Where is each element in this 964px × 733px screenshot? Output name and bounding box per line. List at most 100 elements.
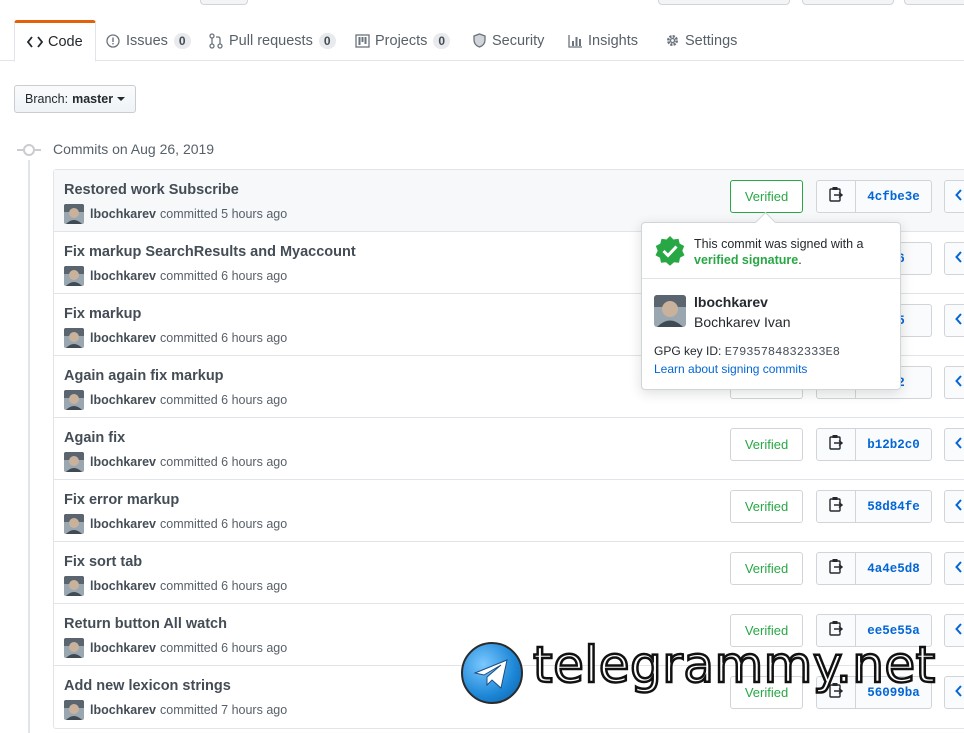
tab-insights[interactable]: Insights [567, 20, 638, 61]
browse-repo-button[interactable] [944, 490, 964, 523]
avatar[interactable] [64, 638, 84, 658]
gpg-key-value: E7935784832333E8 [724, 345, 840, 359]
commit-title[interactable]: Again again fix markup [64, 368, 224, 384]
commit-author[interactable]: lbochkarev [90, 269, 156, 283]
browse-repo-button[interactable] [944, 180, 964, 213]
commit-sha-link[interactable]: 4cfbe3e [855, 180, 932, 213]
verified-badge[interactable]: Verified [730, 490, 803, 523]
commit-author[interactable]: lbochkarev [90, 207, 156, 221]
tab-issues[interactable]: Issues 0 [105, 20, 191, 61]
toolbar-stub[interactable] [802, 0, 894, 5]
browse-repo-button[interactable] [944, 304, 964, 337]
commit-author[interactable]: lbochkarev [90, 331, 156, 345]
commit-meta: lbochkarev committed 6 hours ago [64, 266, 287, 286]
watermark: telegrammy.net [461, 635, 961, 708]
popover-message: This commit was signed with a verified s… [694, 236, 894, 268]
telegram-logo-icon [461, 642, 523, 704]
verified-badge[interactable]: Verified [730, 552, 803, 585]
commit-group-icon [17, 144, 41, 156]
commit-time: 6 hours ago [221, 641, 288, 655]
commit-title[interactable]: Again fix [64, 430, 125, 446]
popover-period: . [798, 253, 802, 267]
tab-code[interactable]: Code [14, 20, 96, 62]
tab-label: Projects [375, 32, 428, 49]
verified-badge[interactable]: Verified [730, 428, 803, 461]
commit-action: committed [160, 331, 218, 345]
browse-repo-button[interactable] [944, 242, 964, 275]
commit-sha-link[interactable]: 58d84fe [855, 490, 932, 523]
commit-group-date: Commits on Aug 26, 2019 [53, 141, 215, 157]
browse-repo-button[interactable] [944, 552, 964, 585]
toolbar-stub[interactable] [658, 0, 790, 5]
branch-prefix: Branch: [25, 92, 69, 106]
toolbar-stub[interactable] [200, 0, 248, 5]
browse-repo-button[interactable] [944, 366, 964, 399]
tab-settings[interactable]: Settings [664, 20, 737, 61]
commit-author[interactable]: lbochkarev [90, 455, 156, 469]
caret-down-icon [117, 97, 126, 101]
avatar[interactable] [64, 452, 84, 472]
avatar[interactable] [64, 328, 84, 348]
commit-title[interactable]: Fix error markup [64, 492, 179, 508]
copy-sha-button[interactable] [816, 552, 856, 585]
commit-time: 6 hours ago [221, 393, 288, 407]
commit-row: Fix sort tab lbochkarev committed 6 hour… [54, 542, 964, 604]
commit-author[interactable]: lbochkarev [90, 703, 156, 717]
clipboard-icon [829, 434, 844, 455]
avatar[interactable] [64, 514, 84, 534]
commit-sha-link[interactable]: b12b2c0 [855, 428, 932, 461]
branch-select-button[interactable]: Branch: master [14, 85, 136, 113]
branch-name: master [72, 92, 114, 106]
commit-title[interactable]: Fix markup SearchResults and Myaccount [64, 244, 356, 260]
code-icon [955, 622, 963, 640]
commit-action: committed [160, 641, 218, 655]
tab-projects[interactable]: Projects 0 [354, 20, 451, 61]
commit-action: committed [160, 455, 218, 469]
gpg-label: GPG key ID: [654, 344, 722, 358]
commit-time: 6 hours ago [221, 517, 288, 531]
commit-title[interactable]: Add new lexicon strings [64, 678, 231, 694]
avatar[interactable] [654, 295, 686, 327]
commit-author[interactable]: lbochkarev [90, 393, 156, 407]
clipboard-icon [829, 558, 844, 579]
learn-signing-link[interactable]: Learn about signing commits [654, 362, 807, 376]
popover-header: This commit was signed with a verified s… [642, 223, 900, 279]
timeline-line [28, 160, 30, 733]
tab-label: Pull requests [229, 32, 313, 49]
count-badge: 0 [433, 32, 451, 49]
tab-label: Code [48, 34, 83, 50]
commit-row: Again fix lbochkarev committed 6 hours a… [54, 418, 964, 480]
avatar[interactable] [64, 390, 84, 410]
signer-login[interactable]: lbochkarev [694, 294, 768, 310]
copy-sha-button[interactable] [816, 428, 856, 461]
signature-popover: This commit was signed with a verified s… [641, 222, 901, 390]
code-icon [27, 34, 43, 50]
issue-icon [105, 33, 121, 49]
browse-repo-button[interactable] [944, 428, 964, 461]
commit-sha-link[interactable]: 4a4e5d8 [855, 552, 932, 585]
commit-author[interactable]: lbochkarev [90, 579, 156, 593]
count-badge: 0 [173, 32, 191, 49]
avatar[interactable] [64, 266, 84, 286]
tab-security[interactable]: Security [471, 20, 544, 61]
commit-row: Fix error markup lbochkarev committed 6 … [54, 480, 964, 542]
commit-author[interactable]: lbochkarev [90, 641, 156, 655]
avatar[interactable] [64, 204, 84, 224]
commit-title[interactable]: Fix sort tab [64, 554, 142, 570]
avatar[interactable] [64, 576, 84, 596]
toolbar-stub[interactable] [904, 0, 964, 5]
verified-check-icon [654, 235, 686, 272]
code-icon [955, 250, 963, 268]
code-icon [955, 498, 963, 516]
avatar[interactable] [64, 700, 84, 720]
commit-title[interactable]: Return button All watch [64, 616, 227, 632]
copy-sha-button[interactable] [816, 490, 856, 523]
repo-tabs: Code Issues 0 Pull requests 0 Projects 0… [0, 20, 964, 62]
commit-author[interactable]: lbochkarev [90, 517, 156, 531]
tab-pull-requests[interactable]: Pull requests 0 [208, 20, 336, 61]
commit-time: 5 hours ago [221, 207, 288, 221]
copy-sha-button[interactable] [816, 180, 856, 213]
verified-badge[interactable]: Verified [730, 180, 803, 213]
commit-title[interactable]: Fix markup [64, 306, 141, 322]
commit-title[interactable]: Restored work Subscribe [64, 182, 239, 198]
